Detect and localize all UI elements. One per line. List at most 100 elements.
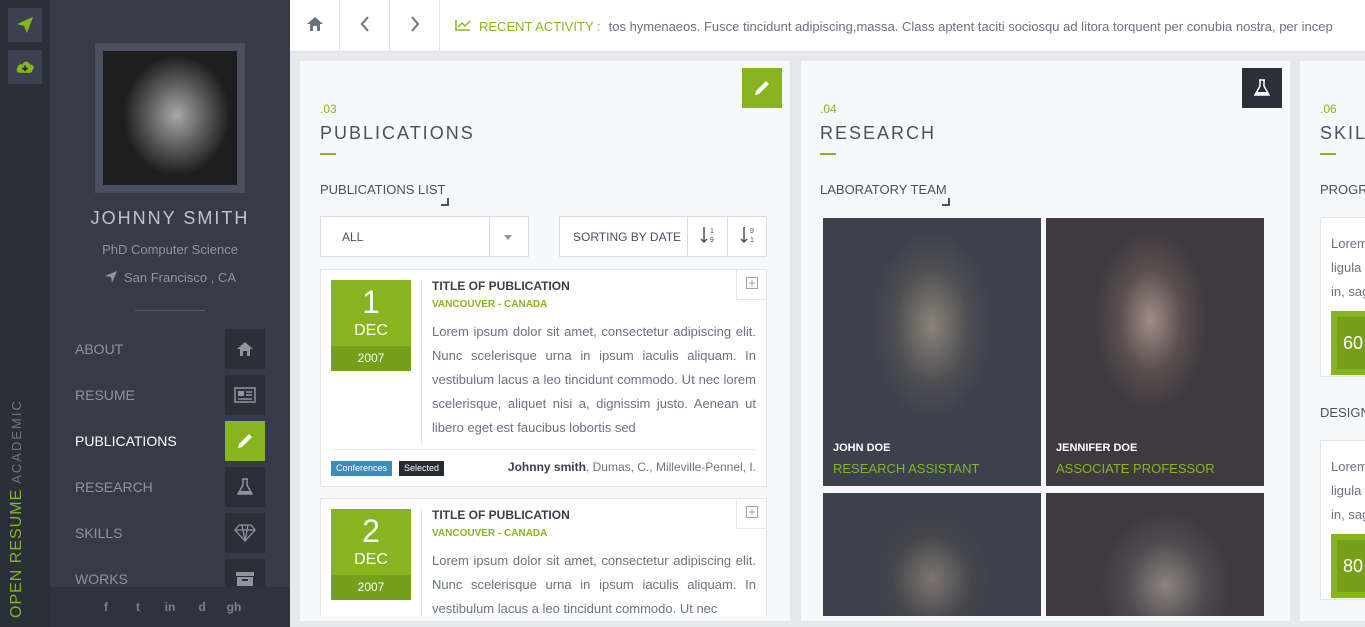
flask-icon[interactable] bbox=[1242, 68, 1282, 108]
caret-down-icon bbox=[503, 231, 513, 245]
sort-descending-button[interactable]: 91 bbox=[727, 217, 767, 256]
section-number: .03 bbox=[320, 102, 337, 116]
expand-button[interactable] bbox=[736, 499, 766, 529]
app-title-main: OPEN RESUME bbox=[8, 488, 25, 618]
twitter-icon[interactable]: t bbox=[129, 600, 147, 614]
tag-selected[interactable]: Selected bbox=[399, 461, 445, 476]
home-button[interactable] bbox=[290, 0, 340, 52]
profile-title: PhD Computer Science bbox=[102, 242, 238, 257]
svg-text:9: 9 bbox=[750, 228, 754, 235]
team-member-card[interactable]: JOHN DOE RESEARCH ASSISTANT bbox=[823, 218, 1041, 486]
skill-text: Lorem ligula in, sag bbox=[1331, 455, 1365, 527]
nav-label: SKILLS bbox=[75, 525, 123, 541]
team-member-card[interactable] bbox=[823, 493, 1041, 616]
nav-label: PUBLICATIONS bbox=[75, 433, 177, 449]
svg-text:1: 1 bbox=[710, 228, 714, 235]
skills-card: .06 SKIL PROGR Lorem ligula in, sag 60 D… bbox=[1300, 61, 1365, 621]
flask-icon bbox=[225, 467, 265, 507]
plus-square-icon bbox=[745, 276, 758, 294]
newspaper-icon bbox=[225, 375, 265, 415]
chevron-left-icon bbox=[360, 15, 370, 37]
publication-footer: Conferences Selected Johnny smith, Dumas… bbox=[331, 449, 756, 476]
skill-text: Lorem ligula in, sag bbox=[1331, 232, 1365, 304]
publication-abstract: Lorem ipsum dolor sit amet, consectetur … bbox=[432, 324, 756, 435]
profile-name: JOHNNY SMITH bbox=[90, 208, 250, 228]
date-day: 1 bbox=[362, 284, 380, 320]
facebook-icon[interactable]: f bbox=[97, 600, 115, 614]
publication-date: 1 DEC 2007 bbox=[331, 280, 411, 371]
diamond-icon bbox=[225, 513, 265, 553]
team-member-role: ASSOCIATE PROFESSOR bbox=[1056, 461, 1215, 476]
skill-group-label: DESIGN bbox=[1320, 405, 1365, 420]
section-number: .06 bbox=[1320, 102, 1337, 116]
tag-conferences[interactable]: Conferences bbox=[331, 461, 393, 476]
home-icon bbox=[225, 329, 265, 369]
expand-button[interactable] bbox=[736, 270, 766, 300]
pencil-icon[interactable] bbox=[742, 68, 782, 108]
dribbble-icon[interactable]: d bbox=[193, 600, 211, 614]
divider bbox=[421, 509, 422, 616]
publication-location: VANCOUVER - CANADA bbox=[432, 528, 548, 539]
section-heading: PUBLICATIONS bbox=[320, 123, 475, 143]
publication-filter-select[interactable]: ALL bbox=[320, 216, 529, 257]
nav-item-publications[interactable]: PUBLICATIONS bbox=[75, 421, 265, 461]
skill-percent: 80 bbox=[1337, 540, 1365, 592]
profile-sidebar: JOHNNY SMITH PhD Computer Science San Fr… bbox=[50, 0, 290, 627]
skill-value: 80 bbox=[1331, 534, 1365, 598]
next-button[interactable] bbox=[390, 0, 440, 52]
plus-square-icon bbox=[745, 505, 758, 523]
sort-label: SORTING BY DATE bbox=[573, 230, 682, 244]
filter-value: ALL bbox=[342, 230, 364, 244]
chart-line-icon bbox=[455, 19, 471, 34]
nav-item-resume[interactable]: RESUME bbox=[75, 375, 265, 415]
app-title-sub: ACADEMIC bbox=[9, 399, 24, 484]
svg-text:1: 1 bbox=[750, 237, 754, 244]
team-member-photo bbox=[1046, 493, 1264, 616]
publication-abstract: Lorem ipsum dolor sit amet, consectetur … bbox=[432, 553, 756, 616]
sort-numeric-desc-icon: 91 bbox=[739, 226, 756, 247]
section-number: .04 bbox=[820, 102, 837, 116]
publication-authors: Johnny smith, Dumas, C., Milleville-Penn… bbox=[508, 460, 756, 474]
team-member-name: JOHN DOE bbox=[833, 442, 891, 454]
publication-item: 2 DEC 2007 TITLE OF PUBLICATION VANCOUVE… bbox=[320, 498, 767, 616]
divider bbox=[421, 280, 422, 445]
profile-location: San Francisco , CA bbox=[50, 270, 290, 287]
cloud-download-icon[interactable] bbox=[8, 50, 42, 84]
team-member-card[interactable] bbox=[1046, 493, 1264, 616]
date-year: 2007 bbox=[331, 575, 411, 600]
nav-label: WORKS bbox=[75, 571, 128, 587]
section-heading: SKIL bbox=[1320, 123, 1365, 143]
sort-ascending-button[interactable]: 19 bbox=[687, 217, 727, 256]
publication-item: 1 DEC 2007 TITLE OF PUBLICATION VANCOUVE… bbox=[320, 269, 767, 487]
nav-item-research[interactable]: RESEARCH bbox=[75, 467, 265, 507]
skill-line: ligula bbox=[1331, 260, 1362, 275]
team-member-card[interactable]: JENNIFER DOE ASSOCIATE PROFESSOR bbox=[1046, 218, 1264, 486]
skill-line: in, sag bbox=[1331, 284, 1365, 299]
section-subheading: LABORATORY TEAM bbox=[820, 182, 947, 197]
skill-item: Lorem ligula in, sag 60 bbox=[1320, 217, 1365, 377]
svg-text:9: 9 bbox=[710, 237, 714, 244]
skill-line: Lorem bbox=[1331, 459, 1365, 474]
corner-mark bbox=[441, 198, 449, 206]
linkedin-icon[interactable]: in bbox=[161, 600, 179, 614]
send-icon[interactable] bbox=[8, 8, 42, 42]
team-member-name: JENNIFER DOE bbox=[1056, 442, 1138, 454]
publication-location: VANCOUVER - CANADA bbox=[432, 299, 548, 310]
sort-controls: SORTING BY DATE 19 91 bbox=[559, 216, 767, 257]
divider bbox=[135, 310, 205, 311]
nav-label: ABOUT bbox=[75, 341, 124, 357]
skill-line: Lorem bbox=[1331, 236, 1365, 251]
heading-underline bbox=[1320, 153, 1336, 155]
prev-button[interactable] bbox=[340, 0, 390, 52]
github-icon[interactable]: gh bbox=[225, 600, 243, 614]
skill-line: ligula bbox=[1331, 483, 1362, 498]
team-member-role: RESEARCH ASSISTANT bbox=[833, 461, 980, 476]
authors-rest: , Dumas, C., Milleville-Pennel, I. bbox=[585, 460, 756, 474]
date-year: 2007 bbox=[331, 346, 411, 371]
publication-title: TITLE OF PUBLICATION bbox=[432, 279, 570, 293]
nav-item-skills[interactable]: SKILLS bbox=[75, 513, 265, 553]
nav-label: RESUME bbox=[75, 387, 135, 403]
skill-line: in, sag bbox=[1331, 507, 1365, 522]
publication-title: TITLE OF PUBLICATION bbox=[432, 508, 570, 522]
nav-item-about[interactable]: ABOUT bbox=[75, 329, 265, 369]
